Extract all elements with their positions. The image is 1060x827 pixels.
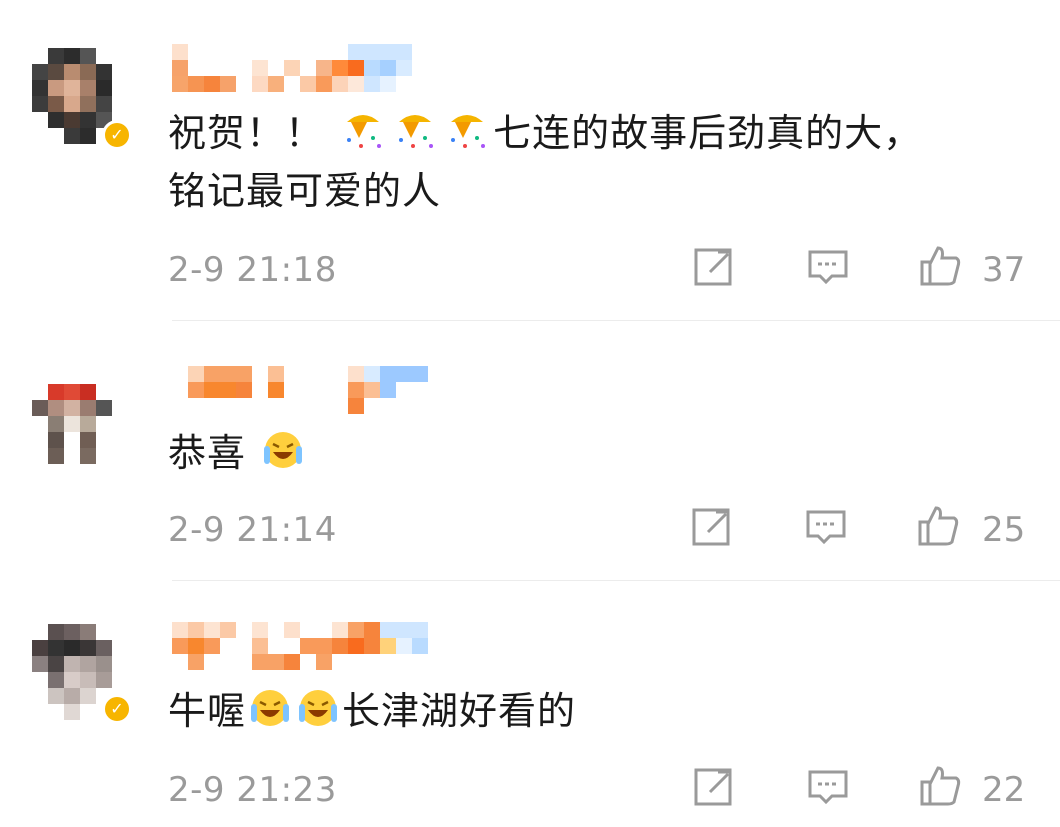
divider xyxy=(172,580,1060,581)
divider xyxy=(172,320,1060,321)
verified-badge-icon: ✓ xyxy=(102,120,132,150)
comment-meta: 2-9 21:14 25 xyxy=(0,500,1060,560)
comment-time: 2-9 21:14 xyxy=(168,510,337,550)
avatar[interactable] xyxy=(32,384,128,480)
comment-text: 恭喜 xyxy=(168,424,1028,482)
comment-time: 2-9 21:23 xyxy=(168,770,337,810)
laugh-cry-emoji-icon xyxy=(299,690,338,726)
comment-meta: 2-9 21:18 37 xyxy=(0,240,1060,300)
comment-time: 2-9 21:18 xyxy=(168,250,337,290)
comment-text-segment: 铭记最可爱的人 xyxy=(168,169,442,213)
like-count: 22 xyxy=(982,770,1026,810)
verified-badge-icon: ✓ xyxy=(102,694,132,724)
comment-text-segment: 祝贺！！ xyxy=(168,111,325,155)
like-icon[interactable] xyxy=(918,244,962,288)
party-popper-emoji-icon xyxy=(399,115,434,148)
party-popper-emoji-icon xyxy=(347,115,382,148)
reply-icon[interactable] xyxy=(804,504,848,548)
comment-text: 牛喔 长津湖好看的 xyxy=(168,682,1028,740)
like-icon[interactable] xyxy=(916,504,960,548)
comment-meta: 2-9 21:23 22 xyxy=(0,760,1060,820)
share-icon[interactable] xyxy=(690,504,734,548)
share-icon[interactable] xyxy=(692,244,736,288)
laugh-cry-emoji-icon xyxy=(251,690,290,726)
party-popper-emoji-icon xyxy=(451,115,486,148)
comment-text-segment: 恭喜 xyxy=(168,431,247,475)
username[interactable] xyxy=(172,622,444,670)
comment-text: 祝贺！！ 七连的故事后劲真的大， 铭记最可爱的人 xyxy=(168,104,1028,220)
reply-icon[interactable] xyxy=(806,244,850,288)
username[interactable] xyxy=(172,366,444,414)
username[interactable] xyxy=(172,44,444,92)
like-icon[interactable] xyxy=(918,764,962,808)
comment-text-segment: 七连的故事后劲真的大， xyxy=(493,111,923,155)
comment-text-segment: 牛喔 xyxy=(168,689,247,733)
comment-text-segment: 长津湖好看的 xyxy=(342,689,577,733)
laugh-cry-emoji-icon xyxy=(264,432,303,468)
share-icon[interactable] xyxy=(692,764,736,808)
like-count: 37 xyxy=(982,250,1026,290)
like-count: 25 xyxy=(982,510,1026,550)
reply-icon[interactable] xyxy=(806,764,850,808)
